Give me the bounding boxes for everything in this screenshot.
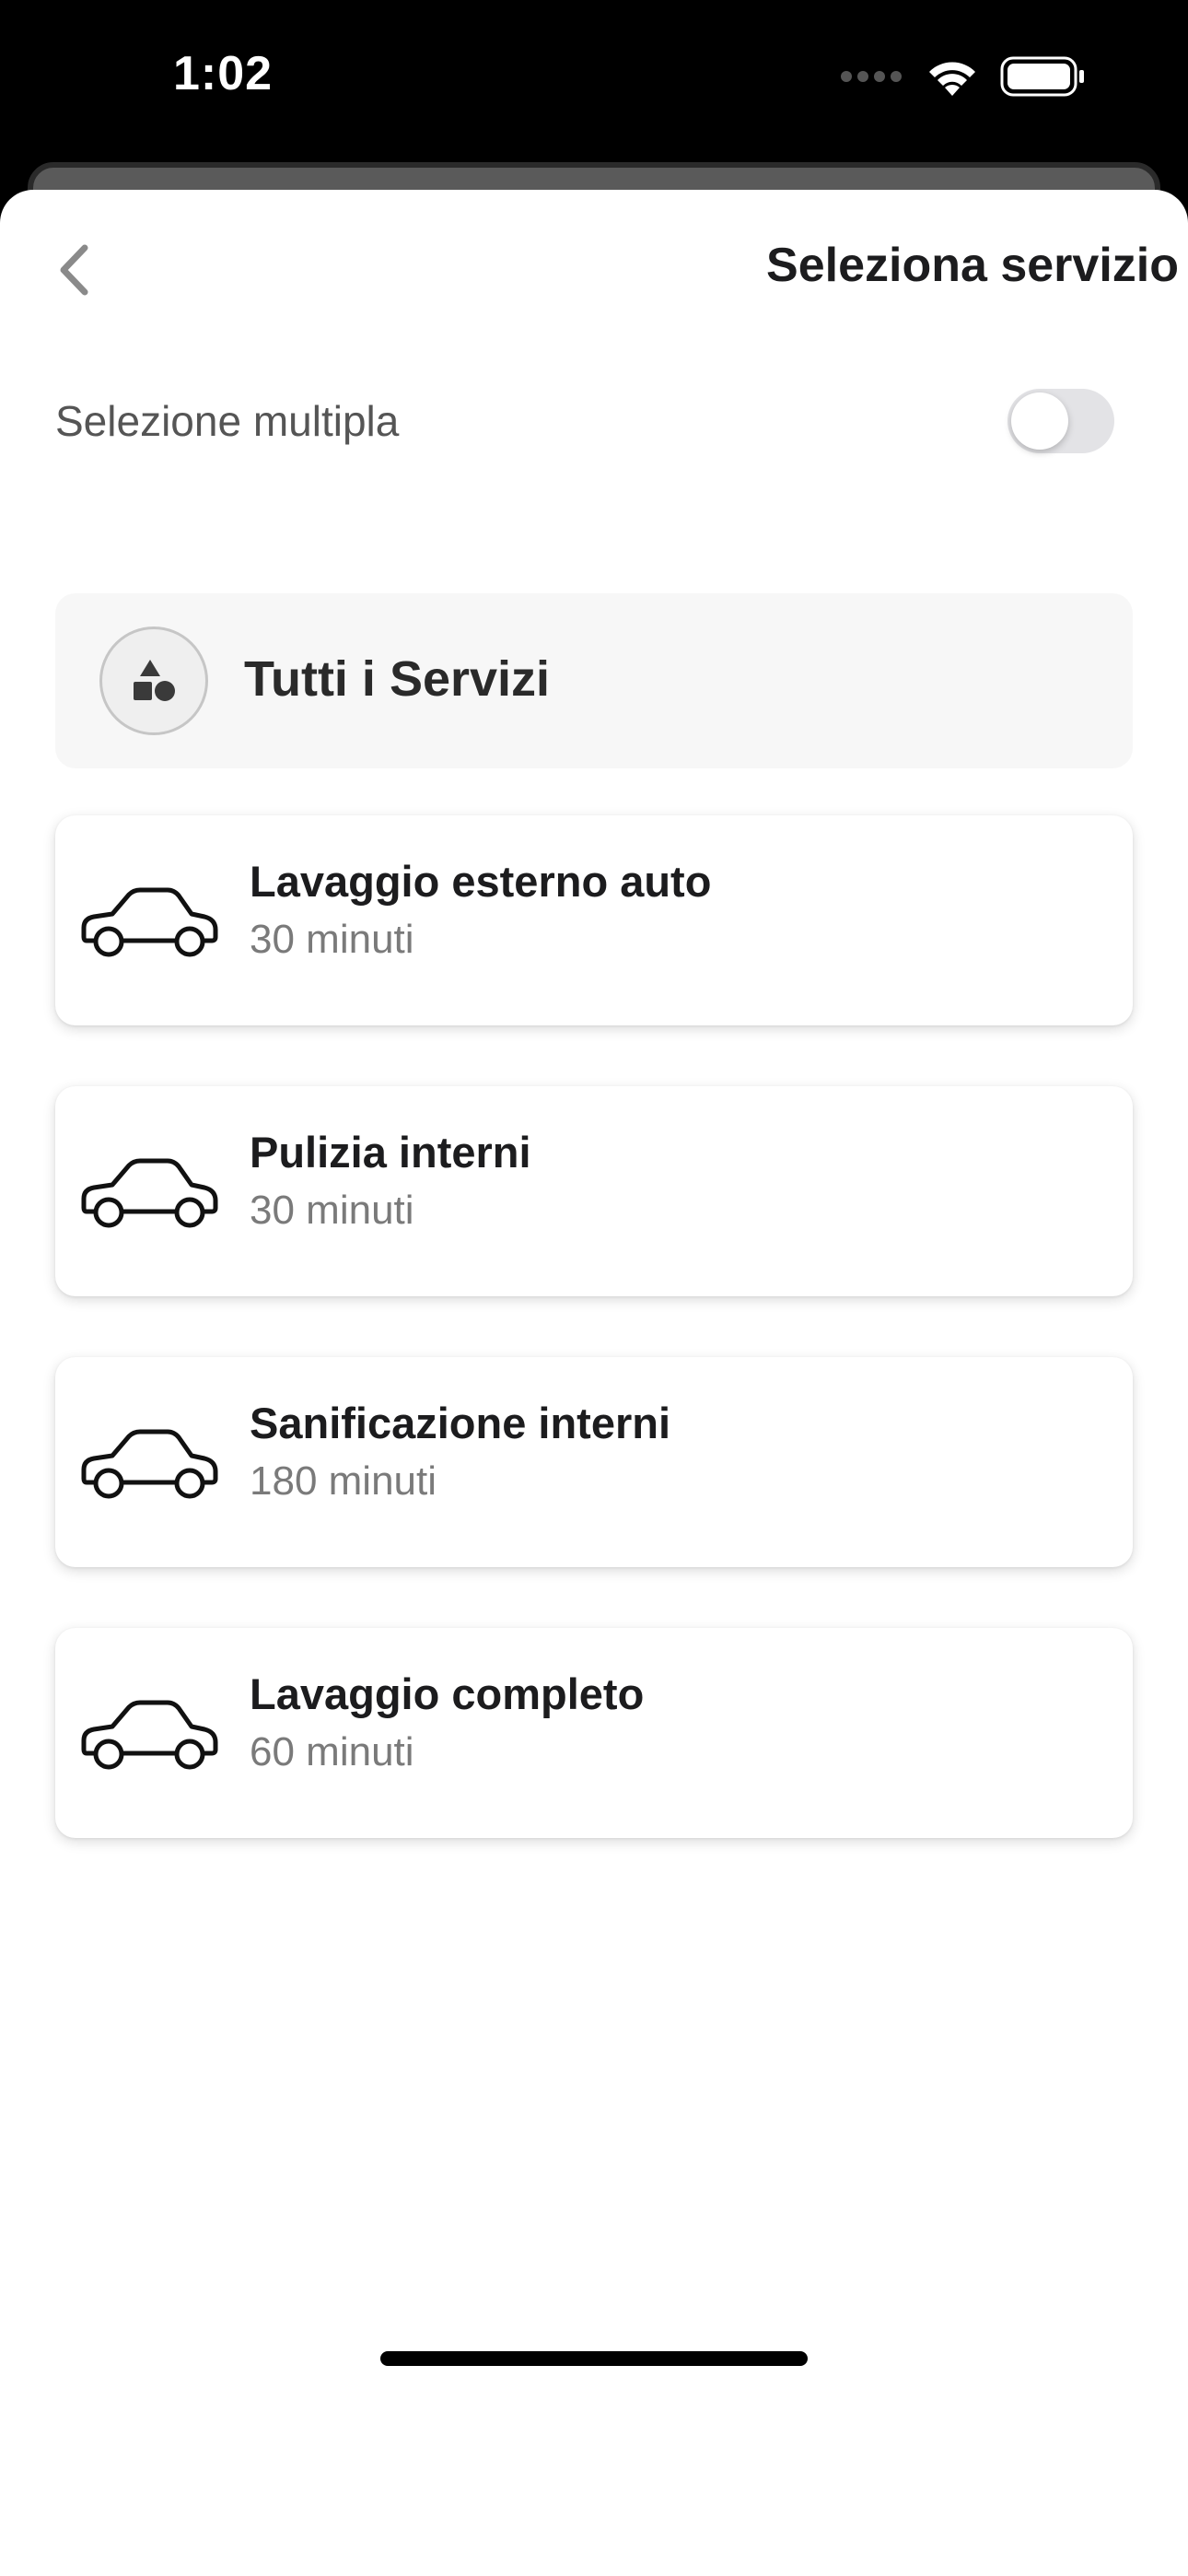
service-name: Lavaggio esterno auto — [250, 857, 712, 906]
car-icon — [81, 1700, 218, 1770]
service-name: Sanificazione interni — [250, 1399, 671, 1447]
back-button[interactable] — [46, 238, 101, 302]
all-services-label: Tutti i Servizi — [244, 651, 551, 707]
shapes-icon — [134, 660, 175, 701]
home-indicator[interactable] — [380, 2351, 808, 2366]
multi-select-label: Selezione multipla — [55, 397, 400, 445]
service-duration: 180 minuti — [250, 1458, 437, 1504]
service-card[interactable]: Lavaggio esterno auto 30 minuti — [55, 815, 1133, 1025]
cellular-signal-icon — [841, 71, 902, 82]
navigation-bar: Seleziona servizio — [0, 190, 1188, 346]
service-duration: 30 minuti — [250, 917, 414, 962]
status-icons — [840, 55, 1087, 98]
all-services-icon-circle — [99, 626, 208, 735]
service-name: Pulizia interni — [250, 1128, 531, 1177]
multi-select-toggle[interactable] — [1007, 389, 1114, 453]
status-time: 1:02 — [173, 47, 274, 100]
service-card[interactable]: Sanificazione interni 180 minuti — [55, 1357, 1133, 1567]
multi-select-row: Selezione multipla — [55, 385, 1114, 459]
toggle-knob — [1011, 392, 1068, 450]
battery-icon — [1000, 56, 1084, 97]
service-card[interactable]: Pulizia interni 30 minuti — [55, 1086, 1133, 1296]
service-duration: 30 minuti — [250, 1188, 414, 1233]
service-name: Lavaggio completo — [250, 1669, 645, 1718]
chevron-left-icon — [60, 244, 88, 296]
car-icon — [81, 1429, 218, 1499]
service-duration: 60 minuti — [250, 1729, 414, 1774]
service-card[interactable]: Lavaggio completo 60 minuti — [55, 1628, 1133, 1838]
wifi-icon — [929, 62, 975, 96]
select-service-sheet: Seleziona servizio Selezione multipla Tu… — [0, 190, 1188, 2576]
car-icon — [81, 887, 218, 957]
car-icon — [81, 1158, 218, 1228]
page-title: Seleziona servizio — [766, 239, 1179, 292]
status-bar: 1:02 — [0, 0, 1188, 166]
all-services-item[interactable]: Tutti i Servizi — [55, 593, 1133, 768]
